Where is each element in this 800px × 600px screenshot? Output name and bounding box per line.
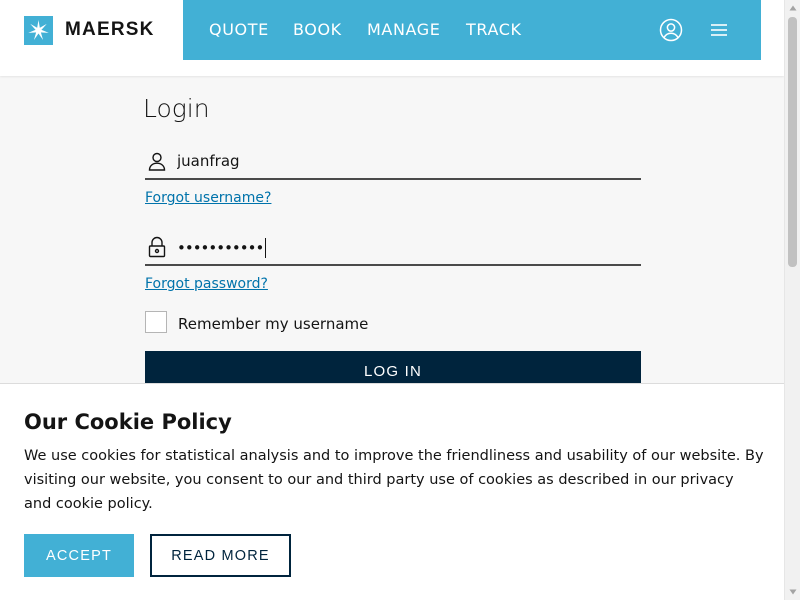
scroll-up-icon[interactable] bbox=[789, 4, 797, 12]
menu-icon[interactable] bbox=[706, 17, 732, 43]
remember-username-row: Remember my username bbox=[145, 311, 368, 333]
accept-cookies-button[interactable]: ACCEPT bbox=[24, 534, 134, 577]
maersk-logo[interactable]: MAERSK bbox=[24, 15, 155, 45]
user-icon[interactable] bbox=[658, 17, 684, 43]
password-masked-value: ••••••••••• bbox=[177, 239, 264, 257]
forgot-password-link[interactable]: Forgot password? bbox=[145, 276, 268, 292]
logo-wordmark: MAERSK bbox=[65, 19, 155, 40]
username-field[interactable] bbox=[145, 144, 641, 180]
site-header: MAERSK QUOTE BOOK MANAGE TRACK bbox=[0, 0, 784, 76]
password-input[interactable]: ••••••••••• bbox=[177, 238, 267, 258]
user-outline-icon bbox=[147, 150, 167, 172]
nav-item-book[interactable]: BOOK bbox=[293, 20, 342, 39]
cookie-banner: Our Cookie Policy We use cookies for sta… bbox=[0, 383, 784, 600]
remember-username-checkbox[interactable] bbox=[145, 311, 167, 333]
main-nav: QUOTE BOOK MANAGE TRACK bbox=[183, 0, 761, 60]
cookie-title: Our Cookie Policy bbox=[24, 410, 232, 434]
page-title: Login bbox=[143, 94, 210, 123]
lock-icon bbox=[147, 236, 167, 258]
text-caret bbox=[265, 238, 267, 258]
nav-item-manage[interactable]: MANAGE bbox=[367, 20, 441, 39]
maersk-star-icon bbox=[24, 15, 53, 45]
read-more-button[interactable]: READ MORE bbox=[150, 534, 291, 577]
password-field[interactable]: ••••••••••• bbox=[145, 230, 641, 266]
forgot-username-link[interactable]: Forgot username? bbox=[145, 190, 271, 206]
scrollbar-thumb[interactable] bbox=[788, 17, 797, 267]
page-scrollbar[interactable] bbox=[784, 0, 800, 600]
cookie-text: We use cookies for statistical analysis … bbox=[24, 448, 764, 512]
nav-item-track[interactable]: TRACK bbox=[466, 20, 522, 39]
scroll-down-icon[interactable] bbox=[789, 588, 797, 596]
username-input[interactable] bbox=[177, 147, 627, 175]
nav-item-quote[interactable]: QUOTE bbox=[209, 20, 269, 39]
remember-username-label[interactable]: Remember my username bbox=[178, 315, 368, 333]
